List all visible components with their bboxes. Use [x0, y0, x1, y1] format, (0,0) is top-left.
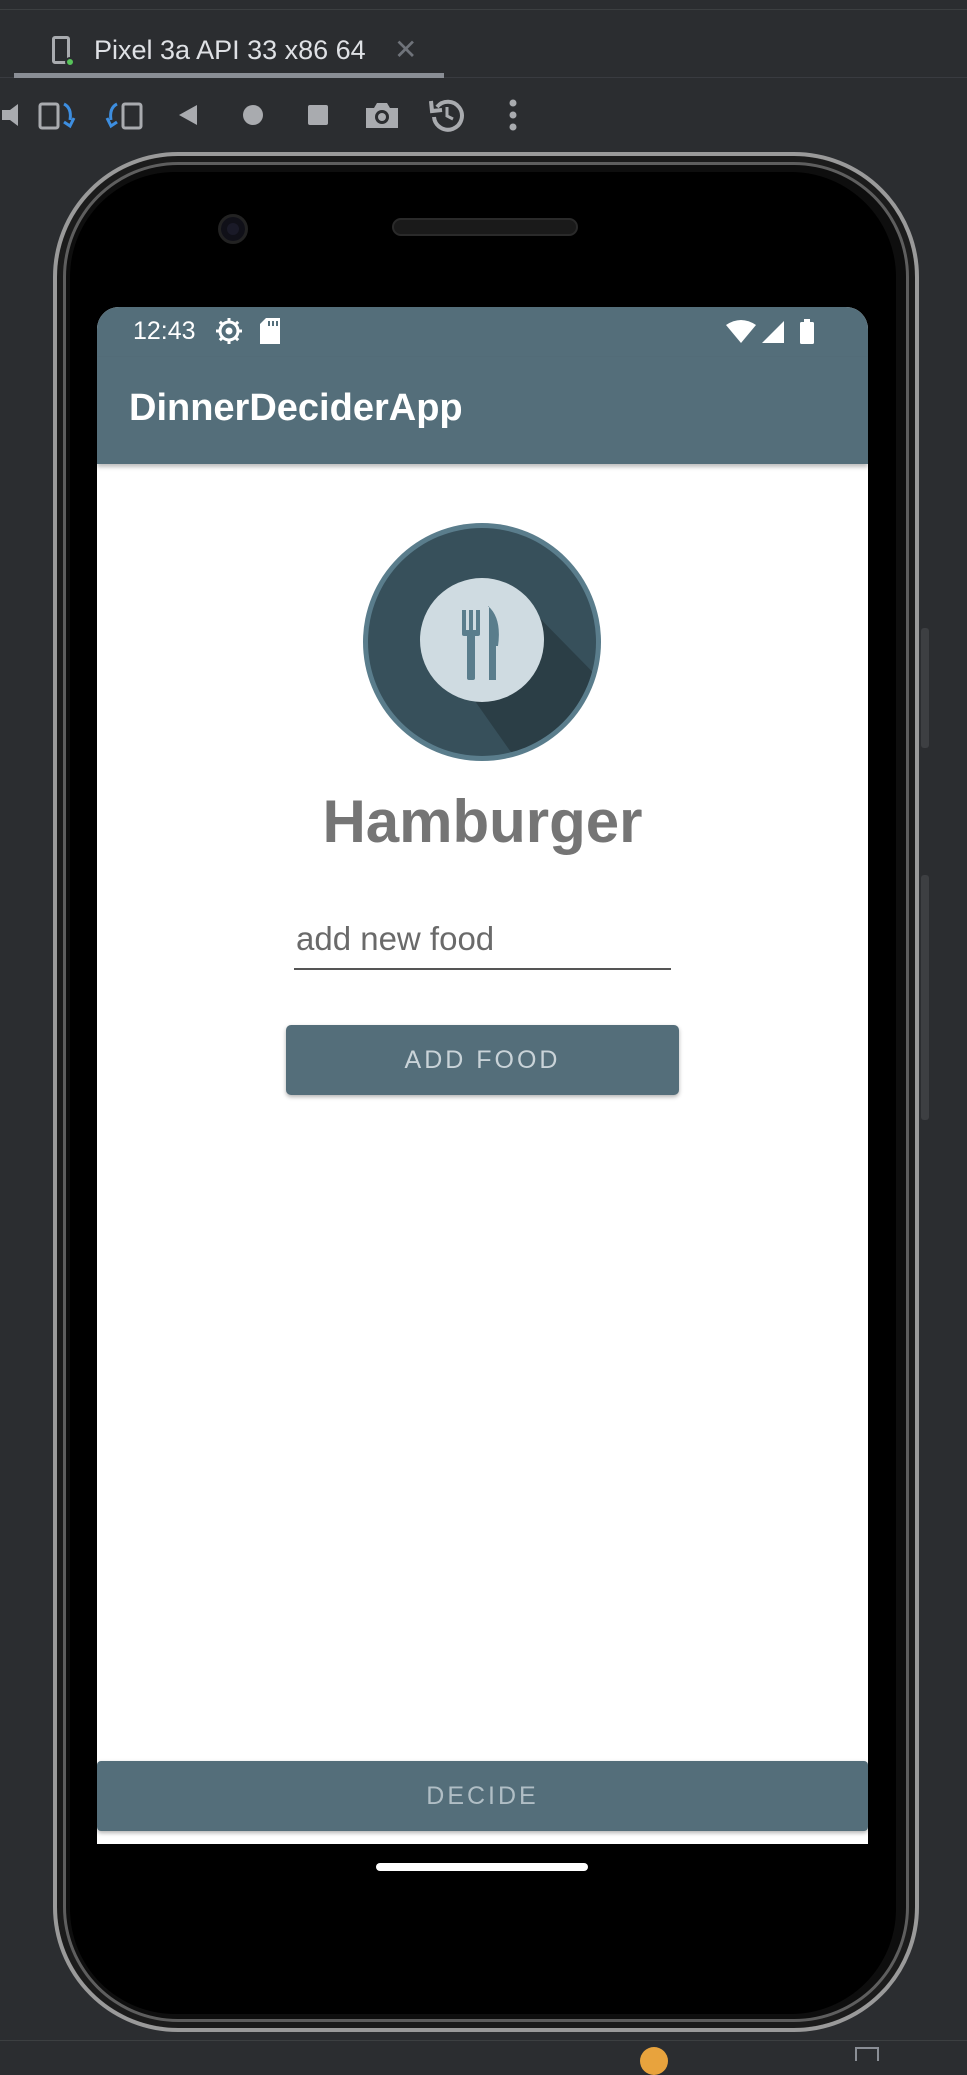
close-icon[interactable]: ✕ [394, 33, 417, 66]
device-screen: 12:43 DinnerDeciderApp Hamburger add new… [97, 307, 868, 1844]
volume-rocker [921, 875, 929, 1120]
earpiece-speaker [392, 218, 578, 236]
front-camera [218, 214, 248, 244]
home-gesture-pill[interactable] [376, 1863, 588, 1871]
ide-tab-bar: Pixel 3a API 33 x86 64 ✕ [0, 10, 967, 78]
wifi-icon [726, 320, 756, 343]
volume-icon[interactable] [0, 95, 32, 135]
panel-icon[interactable] [855, 2047, 879, 2061]
running-indicator [65, 57, 75, 67]
fork-knife-icon [363, 523, 601, 761]
rotate-right-icon[interactable] [104, 95, 144, 135]
decide-button[interactable]: DECIDE [97, 1761, 868, 1831]
home-icon[interactable] [233, 95, 273, 135]
ide-status-strip [0, 2040, 967, 2075]
notification-icon[interactable] [640, 2047, 668, 2075]
device-icon [52, 36, 75, 67]
selected-food: Hamburger [322, 788, 643, 855]
camera-icon[interactable] [362, 95, 402, 135]
more-icon[interactable] [493, 95, 533, 135]
overview-icon[interactable] [298, 95, 338, 135]
system-indicators [726, 319, 814, 344]
power-button [921, 628, 929, 748]
status-bar: 12:43 [97, 307, 868, 357]
rotate-left-icon[interactable] [37, 95, 77, 135]
app-bar: DinnerDeciderApp [97, 357, 868, 464]
active-tab-indicator [14, 73, 444, 78]
settings-icon [216, 318, 242, 344]
battery-icon [800, 322, 814, 344]
device-tab[interactable]: Pixel 3a API 33 x86 64 ✕ [14, 20, 444, 78]
emulator-toolbar [0, 79, 967, 149]
ide-top-line [0, 0, 967, 10]
signal-icon [762, 321, 784, 343]
back-icon[interactable] [168, 95, 208, 135]
reset-icon[interactable] [427, 95, 467, 135]
add-food-input[interactable] [294, 910, 671, 970]
add-food-button[interactable]: ADD FOOD [286, 1025, 679, 1095]
app-title: DinnerDeciderApp [129, 387, 463, 429]
status-time: 12:43 [133, 317, 196, 345]
device-tab-label: Pixel 3a API 33 x86 64 [94, 35, 366, 65]
sd-card-icon [260, 318, 280, 344]
navigation-bar [97, 1844, 868, 1904]
